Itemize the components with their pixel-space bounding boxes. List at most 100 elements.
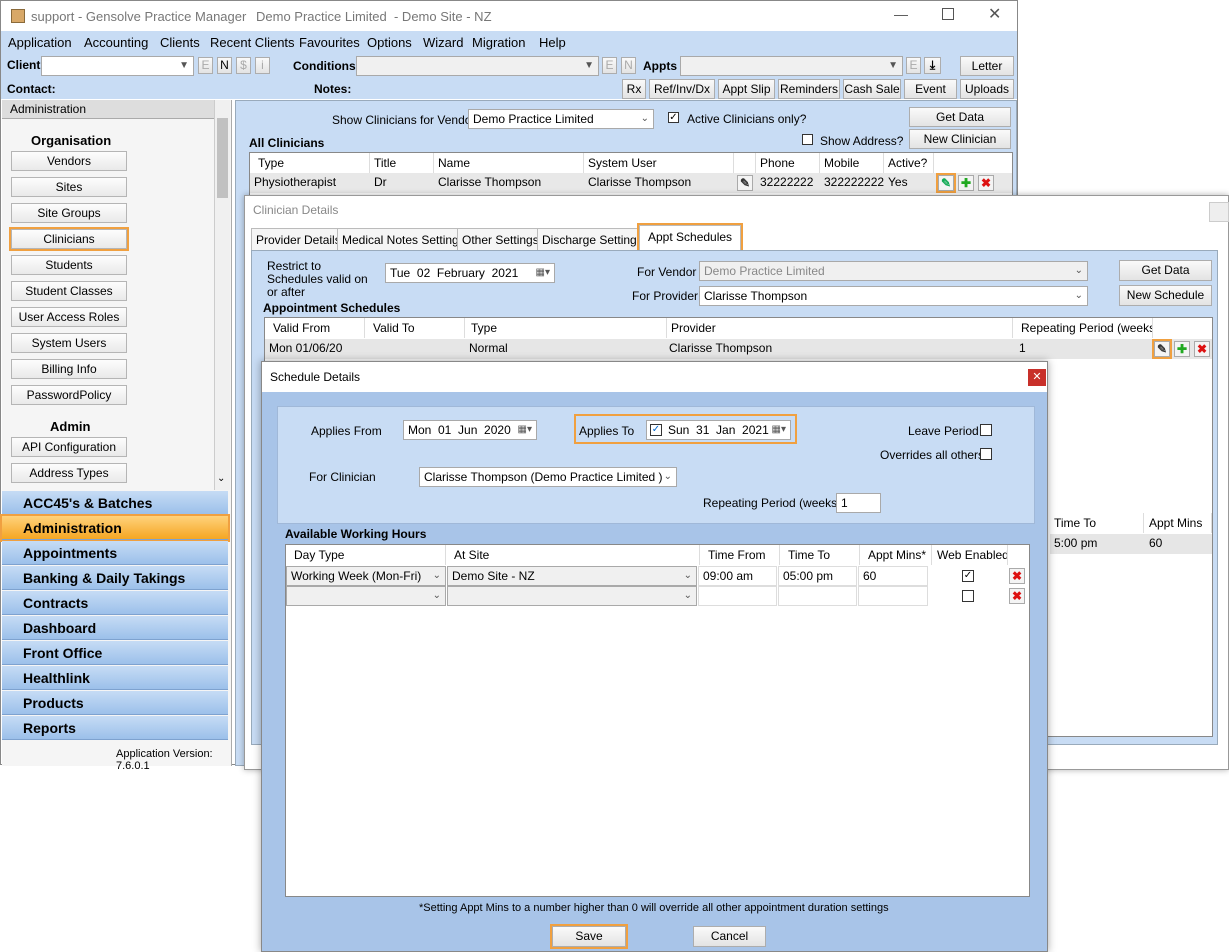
client-combo[interactable]: ▼ xyxy=(41,56,194,76)
restrict-date-picker[interactable]: Tue 02 February 2021 ▦▾ xyxy=(385,263,555,283)
delete-icon[interactable]: ✖ xyxy=(978,175,994,191)
client-n-button[interactable]: N xyxy=(217,57,232,74)
col-type[interactable]: Type xyxy=(254,153,370,173)
minimize-icon[interactable]: — xyxy=(894,6,908,22)
add-schedule-icon[interactable]: ✚ xyxy=(1174,341,1190,357)
section-acc45[interactable]: ACC45's & Batches xyxy=(2,491,228,515)
appt-mins-input[interactable]: 60 xyxy=(858,566,928,586)
col-day-type[interactable]: Day Type xyxy=(290,545,446,565)
pencil-icon[interactable]: ✎ xyxy=(737,175,753,191)
add-icon[interactable]: ✚ xyxy=(958,175,974,191)
menu-clients[interactable]: Clients xyxy=(160,35,200,50)
col-valid-to[interactable]: Valid To xyxy=(369,318,465,338)
menu-favourites[interactable]: Favourites xyxy=(299,35,360,50)
leave-period-checkbox[interactable] xyxy=(980,424,992,436)
overrides-checkbox[interactable] xyxy=(980,448,992,460)
col-mobile[interactable]: Mobile xyxy=(820,153,884,173)
col-time-from[interactable]: Time From xyxy=(702,545,780,565)
applies-from-picker[interactable]: Mon 01 Jun 2020 ▦▾ xyxy=(403,420,537,440)
schedule-close-icon[interactable]: ✕ xyxy=(1028,369,1046,386)
nav-api-configuration[interactable]: API Configuration xyxy=(11,437,127,457)
nav-password-policy[interactable]: PasswordPolicy xyxy=(11,385,127,405)
letter-button[interactable]: Letter xyxy=(960,56,1014,76)
uploads-button[interactable]: Uploads xyxy=(960,79,1014,99)
appt-mins-input-empty[interactable] xyxy=(858,586,928,606)
section-contracts[interactable]: Contracts xyxy=(2,591,228,615)
section-appointments[interactable]: Appointments xyxy=(2,541,228,565)
menu-accounting[interactable]: Accounting xyxy=(84,35,148,50)
appts-e-button[interactable]: E xyxy=(906,57,921,74)
appt-slip-button[interactable]: Appt Slip xyxy=(718,79,775,99)
show-address-checkbox[interactable] xyxy=(802,134,813,145)
menu-wizard[interactable]: Wizard xyxy=(423,35,463,50)
scroll-down-icon[interactable]: ⌄ xyxy=(217,473,225,484)
menu-help[interactable]: Help xyxy=(539,35,566,50)
col-repeating[interactable]: Repeating Period (weeks) xyxy=(1017,318,1153,338)
section-administration[interactable]: Administration xyxy=(0,514,230,542)
clinician-details-close-icon[interactable] xyxy=(1209,202,1229,222)
edit-clinician-icon[interactable]: ✎ xyxy=(936,173,956,193)
schedule-row[interactable]: Mon 01/06/20 Normal Clarisse Thompson 1 … xyxy=(265,339,1212,359)
col-appt-mins-right[interactable]: Appt Mins xyxy=(1145,513,1212,533)
event-button[interactable]: Event xyxy=(904,79,957,99)
menu-options[interactable]: Options xyxy=(367,35,412,50)
section-banking[interactable]: Banking & Daily Takings xyxy=(2,566,228,590)
col-active[interactable]: Active? xyxy=(884,153,934,173)
for-provider-combo[interactable]: Clarisse Thompson ⌄ xyxy=(699,286,1088,306)
col-time-to-right[interactable]: Time To xyxy=(1050,513,1144,533)
reminders-button[interactable]: Reminders xyxy=(778,79,840,99)
section-healthlink[interactable]: Healthlink xyxy=(2,666,228,690)
section-reports[interactable]: Reports xyxy=(2,716,228,740)
for-clinician-combo[interactable]: Clarisse Thompson (Demo Practice Limited… xyxy=(419,467,677,487)
vendor-combo[interactable]: Demo Practice Limited ⌄ xyxy=(468,109,654,129)
site-combo[interactable]: Demo Site - NZ ⌄ xyxy=(447,566,697,586)
nav-sites[interactable]: Sites xyxy=(11,177,127,197)
col-appt-mins[interactable]: Appt Mins* xyxy=(862,545,932,565)
rx-button[interactable]: Rx xyxy=(622,79,646,99)
save-button[interactable]: Save xyxy=(550,924,628,949)
applies-to-picker[interactable]: ✓ Sun 31 Jan 2021 ▦▾ xyxy=(646,420,791,440)
repeating-input[interactable]: 1 xyxy=(836,493,881,513)
menu-application[interactable]: Application xyxy=(8,35,72,50)
tab-appt-schedules[interactable]: Appt Schedules xyxy=(636,223,744,252)
col-at-site[interactable]: At Site xyxy=(450,545,700,565)
conditions-e-button[interactable]: E xyxy=(602,57,617,74)
clinician-row[interactable]: Physiotherapist Dr Clarisse Thompson Cla… xyxy=(250,173,1012,193)
section-products[interactable]: Products xyxy=(2,691,228,715)
tab-discharge-settings[interactable]: Discharge Settings xyxy=(537,228,648,250)
nav-vendors[interactable]: Vendors xyxy=(11,151,127,171)
day-type-combo-empty[interactable]: ⌄ xyxy=(286,586,446,606)
client-dollar-button[interactable]: $ xyxy=(236,57,251,74)
nav-clinicians[interactable]: Clinicians xyxy=(9,227,129,251)
appts-combo[interactable]: ▼ xyxy=(680,56,903,76)
nav-students[interactable]: Students xyxy=(11,255,127,275)
col-name[interactable]: Name xyxy=(434,153,584,173)
time-from-input-empty[interactable] xyxy=(698,586,777,606)
col-type[interactable]: Type xyxy=(467,318,667,338)
active-only-checkbox[interactable]: ✓ xyxy=(668,112,679,123)
sidebar-scrollbar[interactable] xyxy=(214,100,230,490)
time-from-input[interactable]: 09:00 am xyxy=(698,566,777,586)
col-valid-from[interactable]: Valid From xyxy=(269,318,365,338)
delete-row-icon[interactable]: ✖ xyxy=(1009,568,1025,584)
menu-recent-clients[interactable]: Recent Clients xyxy=(210,35,295,50)
client-e-button[interactable]: E xyxy=(198,57,213,74)
section-dashboard[interactable]: Dashboard xyxy=(2,616,228,640)
nav-site-groups[interactable]: Site Groups xyxy=(11,203,127,223)
nav-student-classes[interactable]: Student Classes xyxy=(11,281,127,301)
edit-schedule-icon[interactable]: ✎ xyxy=(1152,339,1172,359)
get-data-button[interactable]: Get Data xyxy=(909,107,1011,127)
cancel-button[interactable]: Cancel xyxy=(693,926,766,947)
tab-medical-notes[interactable]: Medical Notes Settings xyxy=(337,228,470,250)
web-enabled-checkbox[interactable]: ✓ xyxy=(962,570,974,582)
conditions-combo[interactable]: ▼ xyxy=(356,56,599,76)
section-front-office[interactable]: Front Office xyxy=(2,641,228,665)
hours-row-1[interactable]: Working Week (Mon-Fri) ⌄ Demo Site - NZ ⌄ … xyxy=(286,566,1029,586)
site-combo-empty[interactable]: ⌄ xyxy=(447,586,697,606)
cash-sale-button[interactable]: Cash Sale xyxy=(843,79,901,99)
col-title[interactable]: Title xyxy=(370,153,434,173)
tab-provider-details[interactable]: Provider Details xyxy=(251,228,346,250)
col-phone[interactable]: Phone xyxy=(756,153,820,173)
new-clinician-button[interactable]: New Clinician xyxy=(909,129,1011,149)
delete-schedule-icon[interactable]: ✖ xyxy=(1194,341,1210,357)
